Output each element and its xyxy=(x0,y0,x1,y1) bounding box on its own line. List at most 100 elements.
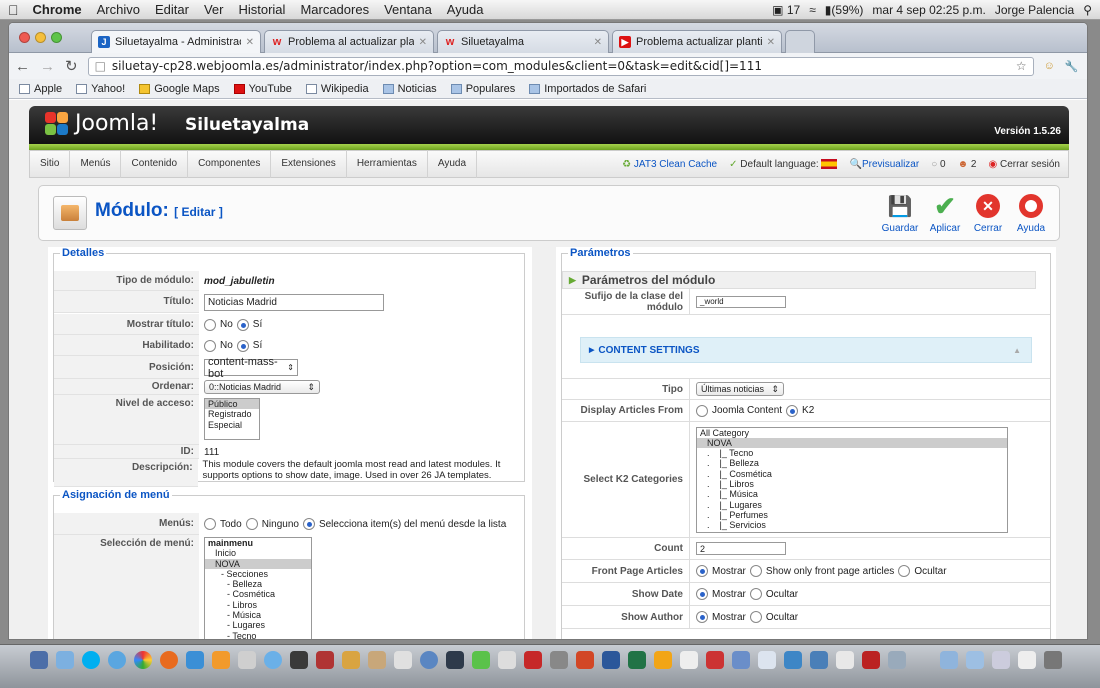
app-icon[interactable] xyxy=(342,651,360,669)
show-title-no-radio[interactable] xyxy=(204,318,216,331)
app-icon[interactable] xyxy=(732,651,750,669)
app-icon[interactable] xyxy=(498,651,516,669)
menu-app[interactable]: Chrome xyxy=(33,2,82,17)
suffix-input[interactable]: _world xyxy=(696,295,786,308)
messages-icon[interactable] xyxy=(186,651,204,669)
menu-ver[interactable]: Ver xyxy=(204,2,224,17)
folder-icon[interactable] xyxy=(966,651,984,669)
firefox-icon[interactable] xyxy=(160,651,178,669)
users-count[interactable]: ☻ 2 xyxy=(958,159,977,170)
help-button[interactable]: Ayuda xyxy=(1006,192,1056,234)
category-item[interactable]: . |_ Libros xyxy=(697,479,1007,489)
zoom-window-icon[interactable] xyxy=(51,32,62,43)
menu-marcadores[interactable]: Marcadores xyxy=(300,2,369,17)
back-icon[interactable]: ← xyxy=(15,58,30,75)
skype-icon[interactable] xyxy=(82,651,100,669)
app-icon[interactable] xyxy=(446,651,464,669)
app-icon[interactable] xyxy=(836,651,854,669)
menus-select-radio[interactable] xyxy=(302,518,315,530)
app-icon[interactable] xyxy=(472,651,490,669)
bookmark-google-maps[interactable]: Google Maps xyxy=(139,83,220,95)
order-select[interactable]: 0::Noticias Madrid ⇕ xyxy=(204,380,320,394)
bookmark-yahoo[interactable]: Yahoo! xyxy=(76,83,125,95)
document-icon[interactable] xyxy=(992,651,1010,669)
access-option[interactable]: Registrado xyxy=(205,409,259,419)
app-icon[interactable] xyxy=(706,651,724,669)
tab-admin[interactable]: J Siluetayalma - Administració ✕ xyxy=(91,30,261,53)
author-hide-radio[interactable] xyxy=(749,611,762,623)
app-icon[interactable] xyxy=(758,651,776,669)
clock[interactable]: mar 4 sep 02:25 p.m. xyxy=(872,3,985,17)
bookmark-importados[interactable]: Importados de Safari xyxy=(529,83,646,95)
date-hide-radio[interactable] xyxy=(749,588,762,600)
module-params-header[interactable]: ▶ Parámetros del módulo xyxy=(562,271,1036,289)
app-icon[interactable] xyxy=(862,651,880,669)
close-tab-icon[interactable]: ✕ xyxy=(419,37,427,48)
menus-all-radio[interactable] xyxy=(204,518,216,530)
menu-extensiones[interactable]: Extensiones xyxy=(271,150,347,178)
extension-icon[interactable]: ☺ xyxy=(1044,60,1055,72)
enabled-no-radio[interactable] xyxy=(204,339,216,352)
app-icon[interactable] xyxy=(550,651,568,669)
battery-icon[interactable]: ▮(59%) xyxy=(825,3,864,17)
app-icon[interactable] xyxy=(316,651,334,669)
front-show-radio[interactable] xyxy=(696,565,708,577)
close-window-icon[interactable] xyxy=(19,32,30,43)
new-tab-button[interactable] xyxy=(785,30,815,53)
folder-icon[interactable] xyxy=(940,651,958,669)
downloads-icon[interactable] xyxy=(784,651,802,669)
category-item[interactable]: . |_ Tecno xyxy=(697,448,1007,458)
wrench-icon[interactable]: 🔧 xyxy=(1065,60,1079,73)
menu-ventana[interactable]: Ventana xyxy=(384,2,432,17)
menu-menus[interactable]: Menús xyxy=(70,150,122,178)
from-joomla-radio[interactable] xyxy=(696,404,708,417)
app-icon[interactable] xyxy=(680,651,698,669)
mail-icon[interactable] xyxy=(238,651,256,669)
menus-none-radio[interactable] xyxy=(245,518,258,530)
category-item[interactable]: All Category xyxy=(697,428,1007,438)
close-tab-icon[interactable]: ✕ xyxy=(767,37,775,48)
menu-sitio[interactable]: Sitio xyxy=(30,150,71,178)
app-icon[interactable] xyxy=(654,651,672,669)
bookmark-noticias[interactable]: Noticias xyxy=(382,83,437,95)
k2-categories-listbox[interactable]: All Category NOVA . |_ Tecno . |_ Bellez… xyxy=(696,426,1008,533)
date-show-radio[interactable] xyxy=(696,588,708,600)
menu-contenido[interactable]: Contenido xyxy=(121,150,189,178)
access-listbox[interactable]: Público Registrado Especial xyxy=(204,398,260,440)
adobe-badge[interactable]: ▣ 17 xyxy=(772,3,800,17)
enabled-yes-radio[interactable] xyxy=(236,339,249,352)
dashboard-icon[interactable] xyxy=(56,651,74,669)
menu-componentes[interactable]: Componentes xyxy=(188,150,272,178)
category-item[interactable]: . |_ Cosmética xyxy=(697,469,1007,479)
position-combobox[interactable]: content-mass-bot ⇕ xyxy=(204,356,298,380)
app-icon[interactable] xyxy=(810,651,828,669)
messages-count[interactable]: ○ 0 xyxy=(931,159,945,170)
acrobat-icon[interactable] xyxy=(524,651,542,669)
excel-icon[interactable] xyxy=(628,651,646,669)
category-item[interactable]: . |_ Servicios xyxy=(697,520,1007,530)
category-item[interactable]: . |_ Perfumes xyxy=(697,510,1007,520)
star-icon[interactable]: ☆ xyxy=(1016,59,1027,73)
menu-item[interactable]: Inicio xyxy=(205,548,311,558)
wifi-icon[interactable]: ≈ xyxy=(809,3,816,17)
tipo-select[interactable]: Últimas noticias ⇕ xyxy=(696,382,784,396)
content-settings-header[interactable]: ▶ CONTENT SETTINGS ▲ xyxy=(580,337,1032,363)
trash-icon[interactable] xyxy=(1044,651,1062,669)
menu-ayuda[interactable]: Ayuda xyxy=(447,2,484,17)
itunes-icon[interactable] xyxy=(264,651,282,669)
save-button[interactable]: 💾 Guardar xyxy=(875,192,925,235)
word-icon[interactable] xyxy=(602,651,620,669)
front-hide-radio[interactable] xyxy=(898,565,911,577)
menu-item[interactable]: - Música xyxy=(205,610,311,620)
menu-item[interactable]: mainmenu xyxy=(205,538,311,548)
apple-icon[interactable]:  xyxy=(8,2,19,18)
safari-icon[interactable] xyxy=(108,651,126,669)
tab-siluetayalma[interactable]: w Siluetayalma ✕ xyxy=(437,30,609,53)
menu-item[interactable]: - Secciones xyxy=(205,569,311,579)
menu-herramientas[interactable]: Herramientas xyxy=(347,150,428,178)
access-option[interactable]: Público xyxy=(205,399,259,410)
close-tab-icon[interactable]: ✕ xyxy=(246,37,254,48)
app-icon[interactable] xyxy=(394,651,412,669)
chrome-icon[interactable] xyxy=(134,651,152,669)
menu-item[interactable]: - Tecno xyxy=(205,631,311,639)
